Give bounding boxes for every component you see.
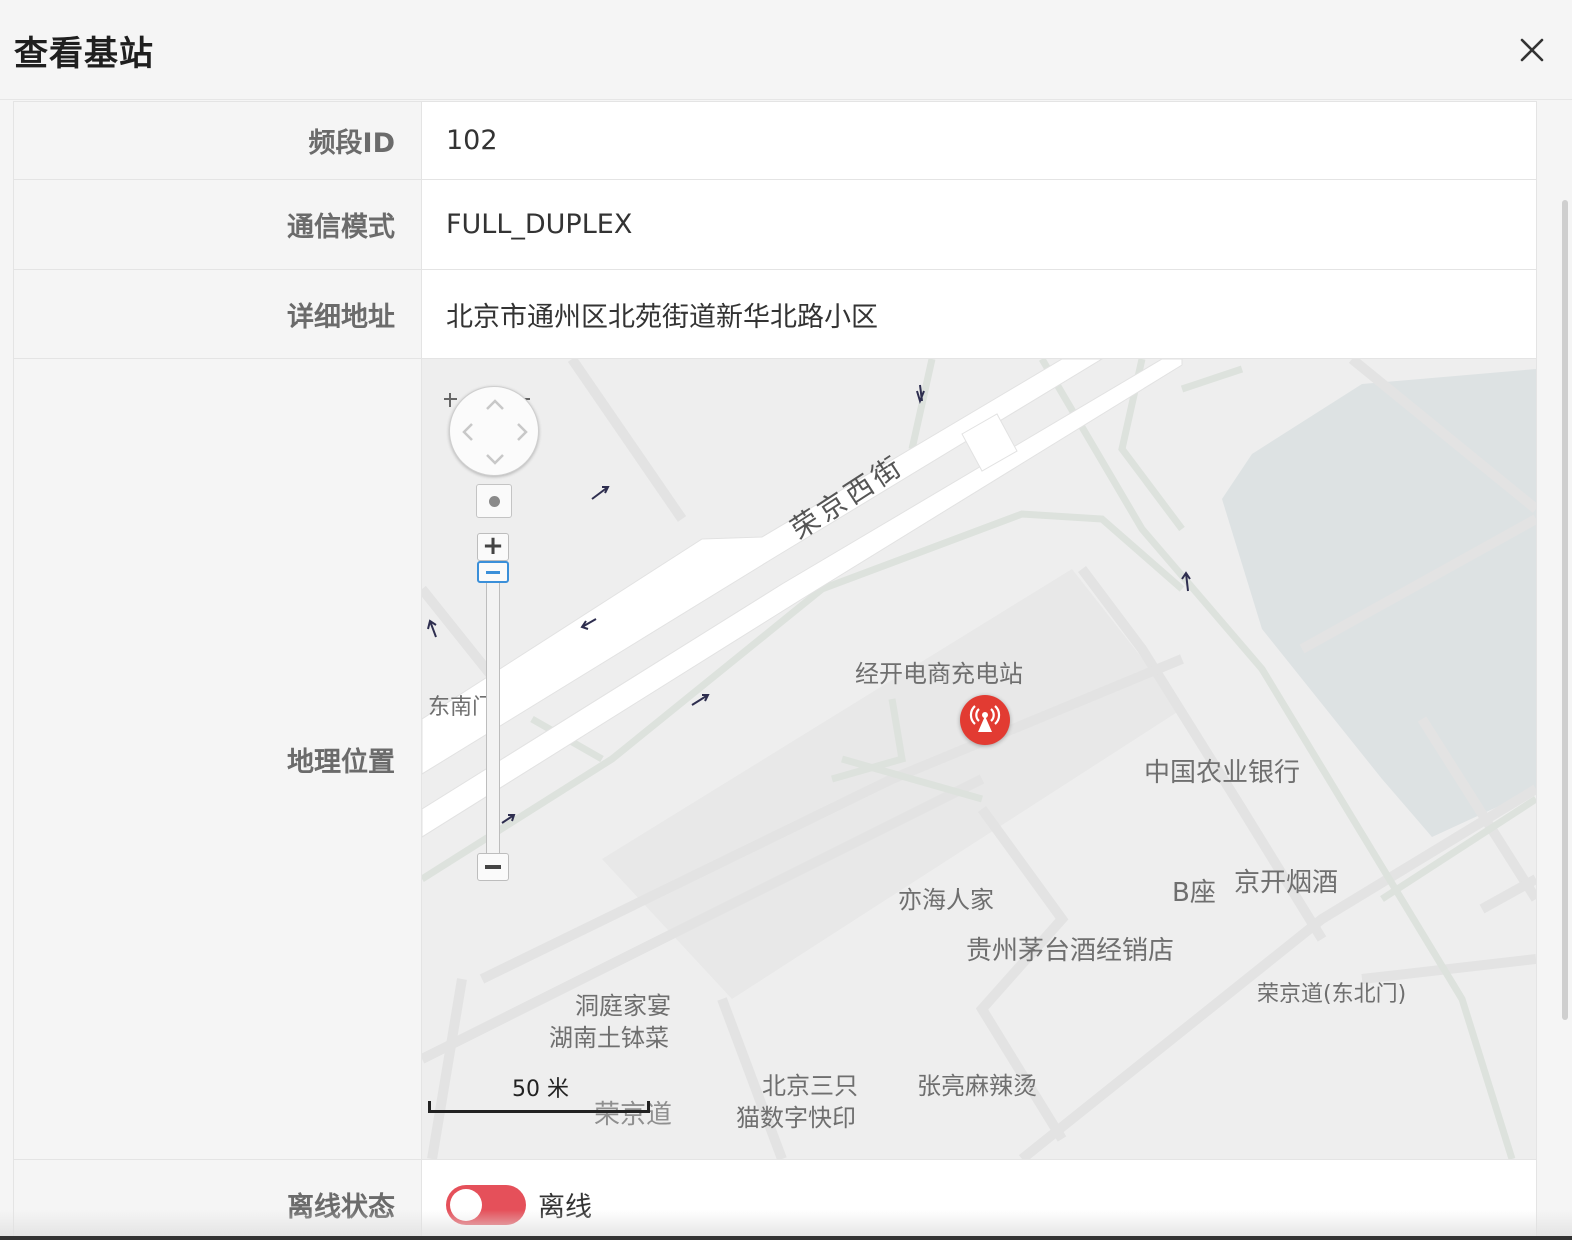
- poi-east-gate: 东南门: [428, 695, 495, 720]
- pan-control[interactable]: [449, 386, 539, 476]
- address-value: 北京市通州区北苑街道新华北路小区: [421, 269, 1537, 359]
- poi-maotai: 贵州茅台酒经销店: [966, 936, 1175, 966]
- table-row: 详细地址 北京市通州区北苑街道新华北路小区: [13, 269, 1537, 359]
- poi-jingkai-liquor: 京开烟酒: [1234, 868, 1339, 898]
- band-id-value: 102: [421, 101, 1537, 180]
- base-station-icon[interactable]: [960, 695, 1010, 745]
- view-base-station-dialog: 查看基站 频段ID 102 通信模式 FULL_DUPLEX 详细地址 北京市通…: [0, 0, 1572, 1240]
- zoom-slider-handle[interactable]: [477, 561, 509, 583]
- zoom-slider[interactable]: [486, 573, 500, 869]
- dialog-header: 查看基站: [0, 0, 1572, 100]
- poi-rongjing-north: 荣京道(东北门): [1257, 982, 1407, 1007]
- map-scale-bar: [428, 1101, 650, 1113]
- location-map[interactable]: 荣京西街 经开电商充电站 东南门 中国农业银行 亦海人家 B座 京开烟酒 贵州茅…: [422, 359, 1536, 1159]
- dialog-body: 频段ID 102 通信模式 FULL_DUPLEX 详细地址 北京市通州区北苑街…: [0, 101, 1572, 1240]
- poi-sanzhimao-1: 北京三只: [762, 1072, 858, 1100]
- poi-sanzhimao-2: 猫数字快印: [736, 1104, 856, 1132]
- map-scale-label: 50 米: [512, 1077, 569, 1102]
- comm-mode-value: FULL_DUPLEX: [421, 179, 1537, 270]
- poi-hunan: 湖南土钵菜: [549, 1024, 669, 1052]
- map-cell: 荣京西街 经开电商充电站 东南门 中国农业银行 亦海人家 B座 京开烟酒 贵州茅…: [421, 358, 1537, 1160]
- poi-malatang: 张亮麻辣烫: [917, 1072, 1037, 1100]
- poi-yihai: 亦海人家: [898, 886, 994, 914]
- detail-table: 频段ID 102 通信模式 FULL_DUPLEX 详细地址 北京市通州区北苑街…: [13, 101, 1537, 1240]
- locate-button[interactable]: [476, 484, 512, 518]
- address-label: 详细地址: [13, 269, 422, 359]
- poi-station-label: 经开电商充电站: [855, 660, 1023, 688]
- close-icon[interactable]: [1514, 32, 1550, 68]
- location-label: 地理位置: [13, 358, 422, 1160]
- poi-abc-bank: 中国农业银行: [1144, 758, 1301, 788]
- poi-dongting: 洞庭家宴: [575, 992, 671, 1020]
- zoom-out-button[interactable]: [477, 853, 509, 881]
- comm-mode-label: 通信模式: [13, 179, 422, 270]
- scrollbar[interactable]: [1562, 200, 1568, 1020]
- table-row: 通信模式 FULL_DUPLEX: [13, 179, 1537, 270]
- band-id-label: 频段ID: [13, 101, 422, 180]
- poi-b-block: B座: [1172, 878, 1216, 908]
- bottom-border: [0, 1236, 1572, 1240]
- zoom-in-button[interactable]: +: [477, 533, 509, 561]
- dialog-title: 查看基站: [14, 34, 154, 74]
- table-row: 频段ID 102: [13, 101, 1537, 180]
- table-row: 地理位置 荣京西街 经开电商充电站 东南门 中国农业银行 亦海人家 B座 京开烟…: [13, 358, 1537, 1160]
